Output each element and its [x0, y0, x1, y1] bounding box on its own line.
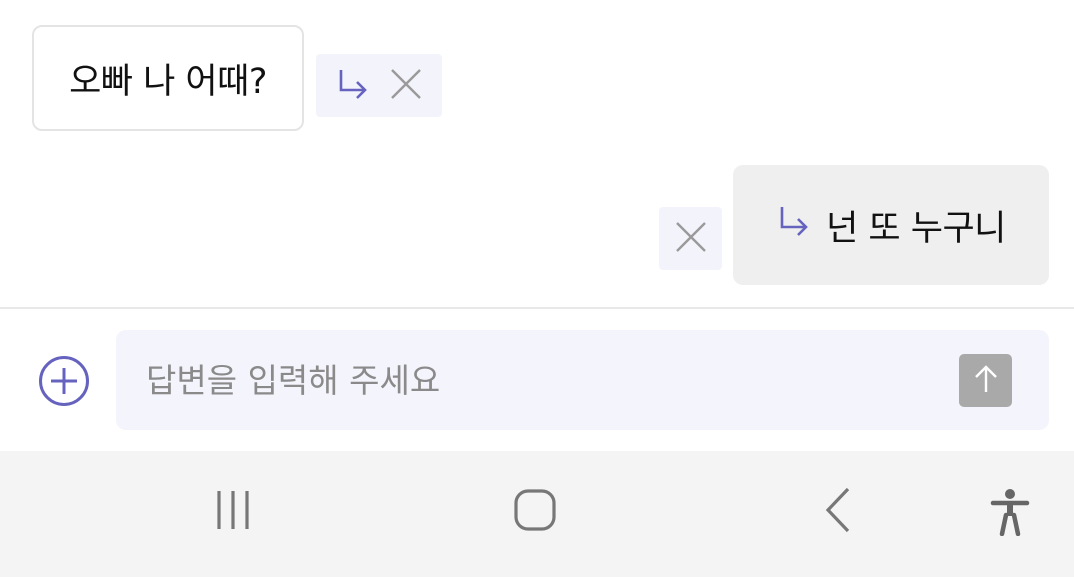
- close-icon[interactable]: [389, 67, 423, 105]
- plus-circle-icon: [38, 356, 90, 411]
- outgoing-message-text: 넌 또 누구니: [826, 208, 1006, 249]
- reply-arrow-icon: [776, 203, 812, 248]
- outgoing-message-bubble[interactable]: 넌 또 누구니: [733, 165, 1049, 285]
- incoming-message-text: 오빠 나 어때?: [69, 61, 267, 102]
- recents-button[interactable]: [203, 484, 263, 540]
- home-icon: [513, 488, 557, 536]
- reply-arrow-icon[interactable]: [335, 66, 371, 106]
- accessibility-icon: [990, 488, 1030, 540]
- accessibility-button[interactable]: [982, 486, 1038, 542]
- reply-input[interactable]: [146, 330, 926, 430]
- arrow-up-icon: [972, 364, 1000, 398]
- back-button[interactable]: [810, 484, 866, 540]
- send-button[interactable]: [959, 354, 1012, 407]
- message-composer: [116, 330, 1049, 430]
- chat-screen: 오빠 나 어때? 넌 또 누구니: [0, 0, 1074, 577]
- system-navigation-bar: [0, 451, 1074, 577]
- outgoing-message-actions: [659, 207, 722, 270]
- close-icon[interactable]: [674, 220, 708, 258]
- recents-icon: [211, 488, 255, 536]
- input-divider: [0, 307, 1074, 309]
- back-icon: [823, 486, 853, 538]
- incoming-message-actions: [316, 54, 442, 117]
- home-button[interactable]: [505, 482, 565, 542]
- incoming-message-bubble[interactable]: 오빠 나 어때?: [32, 25, 304, 131]
- add-attachment-button[interactable]: [38, 355, 90, 407]
